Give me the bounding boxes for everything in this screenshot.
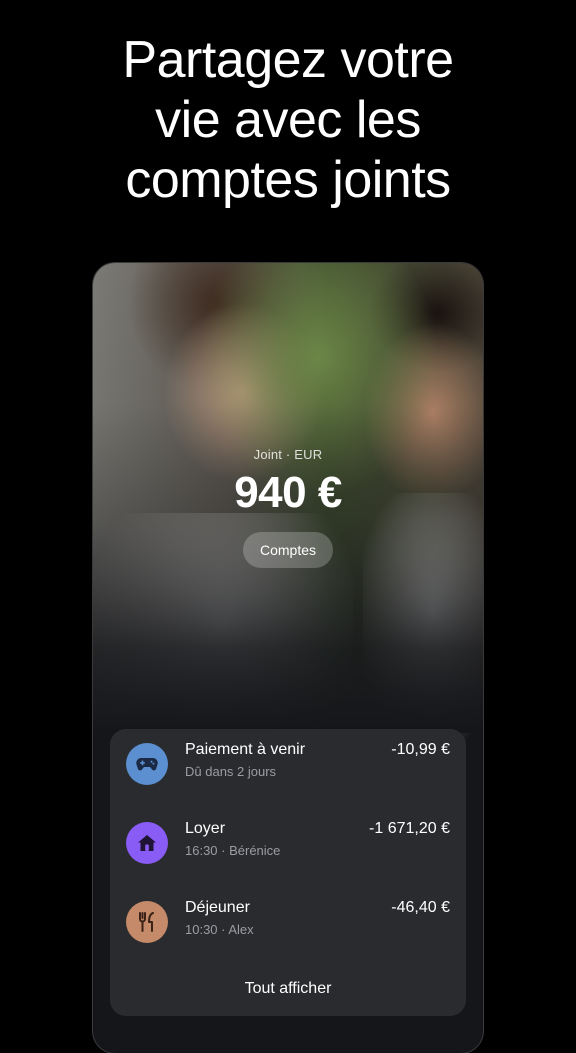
transaction-title: Déjeuner	[185, 899, 250, 916]
transaction-amount: -10,99 €	[391, 741, 450, 758]
transaction-title: Loyer	[185, 820, 226, 837]
transaction-subtitle: Dû dans 2 jours	[185, 764, 277, 779]
transaction-subtitle: 16:30 · Bérénice	[185, 843, 281, 858]
promo-headline: Partagez votre vie avec les comptes join…	[0, 30, 576, 210]
headline-line-2: vie avec les	[155, 91, 421, 149]
transaction-row-rent[interactable]: Loyer 16:30 · Bérénice -1 671,20 €	[110, 814, 466, 872]
transaction-amount: -1 671,20 €	[369, 820, 450, 837]
transaction-amount: -46,40 €	[391, 899, 450, 916]
accounts-button[interactable]: Comptes	[242, 532, 334, 568]
transaction-subtitle: 10:30 · Alex	[185, 922, 254, 937]
account-label: Joint · EUR	[253, 447, 323, 462]
headline-line-3: comptes joints	[125, 151, 451, 209]
account-balance-area: Joint · EUR 940 € Comptes	[93, 447, 483, 568]
show-all-button[interactable]: Tout afficher	[110, 980, 466, 998]
headline-line-1: Partagez votre	[122, 31, 454, 89]
transaction-title: Paiement à venir	[185, 741, 306, 758]
phone-screen: Joint · EUR 940 € Comptes Paiement à ven…	[93, 263, 483, 1053]
house-icon	[126, 822, 168, 864]
account-balance: 940 €	[234, 468, 342, 517]
transaction-row-upcoming[interactable]: Paiement à venir Dû dans 2 jours -10,99 …	[110, 735, 466, 793]
gamepad-icon	[126, 743, 168, 785]
transaction-row-lunch[interactable]: Déjeuner 10:30 · Alex -46,40 €	[110, 893, 466, 951]
transactions-card: Paiement à venir Dû dans 2 jours -10,99 …	[110, 729, 466, 1016]
cutlery-icon	[126, 901, 168, 943]
